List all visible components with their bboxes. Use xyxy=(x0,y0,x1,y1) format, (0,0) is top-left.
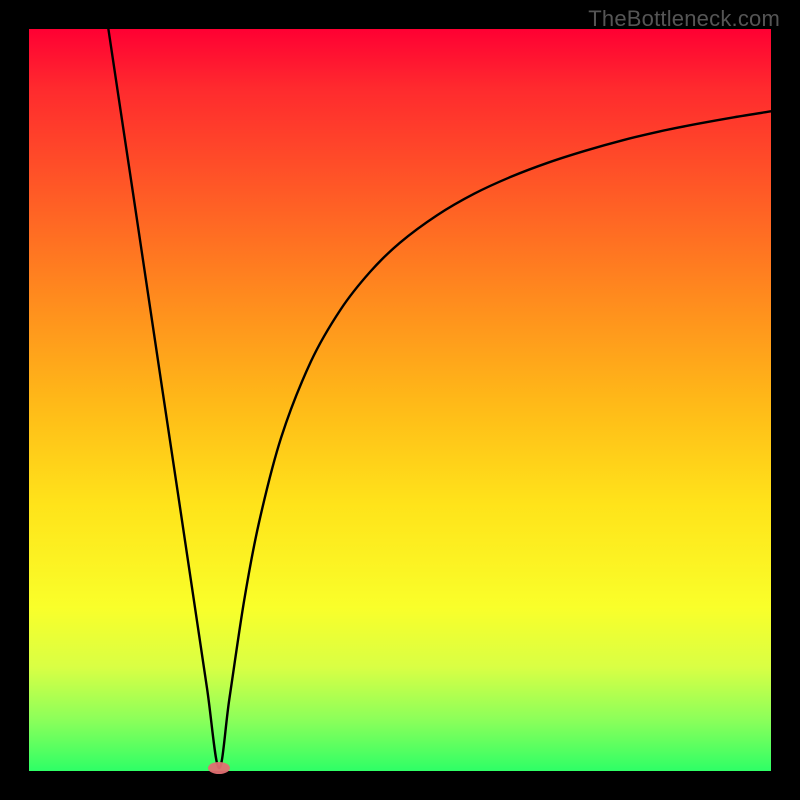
curve-svg xyxy=(29,29,771,771)
chart-frame: TheBottleneck.com xyxy=(0,0,800,800)
minimum-marker xyxy=(208,762,230,774)
plot-area xyxy=(29,29,771,771)
bottleneck-curve xyxy=(108,29,771,768)
